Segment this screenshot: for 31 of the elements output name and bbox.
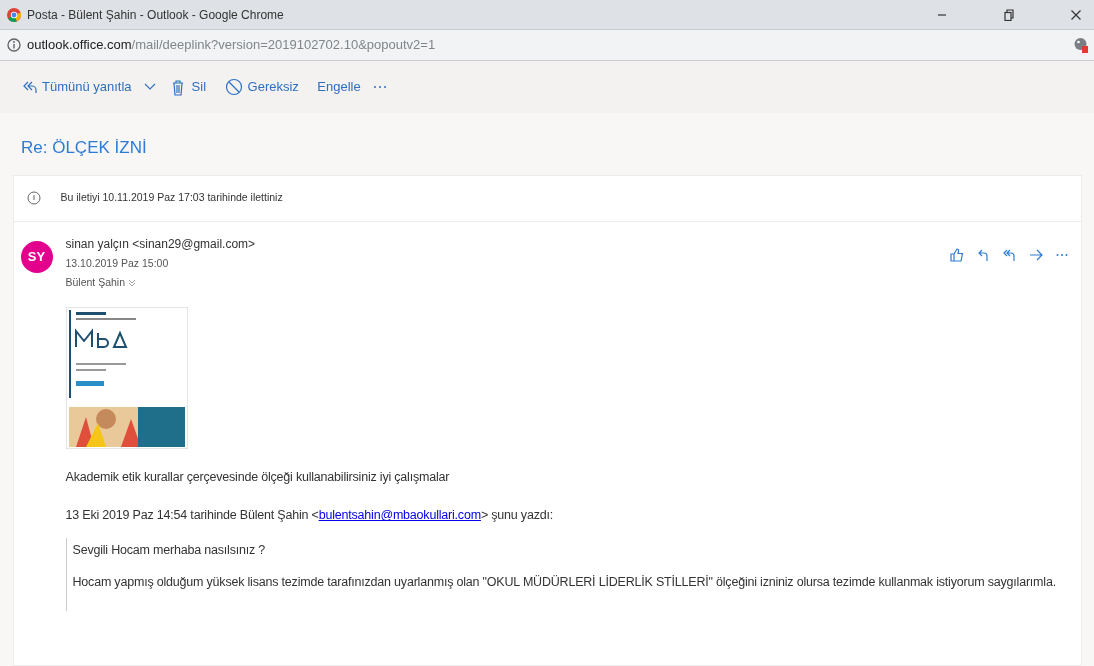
caret-icon[interactable] (144, 83, 157, 91)
more-icon[interactable] (373, 85, 388, 89)
reply-icon[interactable] (977, 247, 989, 262)
sender-name: sinan yalçın <sinan29@gmail.com> (65, 235, 257, 253)
quoted-text: Hocam yapmış olduğum yüksek lisans tezimde tarafınızdan uyarlanmış olan "OKUL MÜDÜRLERİ LİDERLİK STİLLERİ" ölçeğini izniniz olursa tezimde kullanmak istiyorum saygılarımla. (72, 574, 1057, 591)
restore-icon[interactable] (1002, 8, 1015, 21)
junk-button[interactable]: Gereksiz (218, 75, 305, 99)
block-button[interactable]: Engelle (311, 75, 367, 99)
forwarded-notice: Bu iletiyi 10.11.2019 Paz 17:03 tarihinde ilettiniz (60, 190, 283, 206)
expand-icon[interactable] (128, 278, 137, 287)
browser-logo-icon (6, 7, 21, 22)
avatar: SY (20, 241, 53, 273)
info-icon (27, 191, 41, 205)
extension-icon[interactable] (1073, 37, 1088, 53)
email-link[interactable]: bulentsahin@mbaokullari.com (318, 508, 481, 523)
email-subject: Re: ÖLÇEK İZNİ (20, 137, 148, 159)
reply-all-icon[interactable] (1002, 247, 1016, 262)
message-text: Akademik etik kurallar çerçevesinde ölçeği kullanabilirsiniz iyi çalışmalar (65, 469, 451, 486)
info-icon[interactable] (6, 38, 21, 52)
more-icon[interactable] (1056, 252, 1068, 257)
attribution-text: 13 Eki 2019 Paz 14:54 tarihinde Bülent Şahin <bulentsahin@mbaokullari.com> şunu yazdı: (65, 507, 554, 525)
forward-icon[interactable] (1029, 248, 1043, 261)
thumbs-up-icon[interactable] (950, 247, 964, 262)
reply-all-button[interactable]: Tümünü yanıtla (13, 75, 138, 99)
message-date: 13.10.2019 Paz 15:00 (65, 255, 170, 271)
delete-button[interactable]: Sil (162, 75, 213, 99)
blocked-circle-icon (224, 78, 243, 96)
close-icon[interactable] (1069, 8, 1082, 21)
quoted-text: Sevgili Hocam merhaba nasılsınız ? (72, 542, 267, 560)
window-title: Posta - Bülent Şahin - Outlook - Google Chrome (27, 6, 284, 24)
recipient-name: Bülent Şahin (65, 274, 126, 290)
